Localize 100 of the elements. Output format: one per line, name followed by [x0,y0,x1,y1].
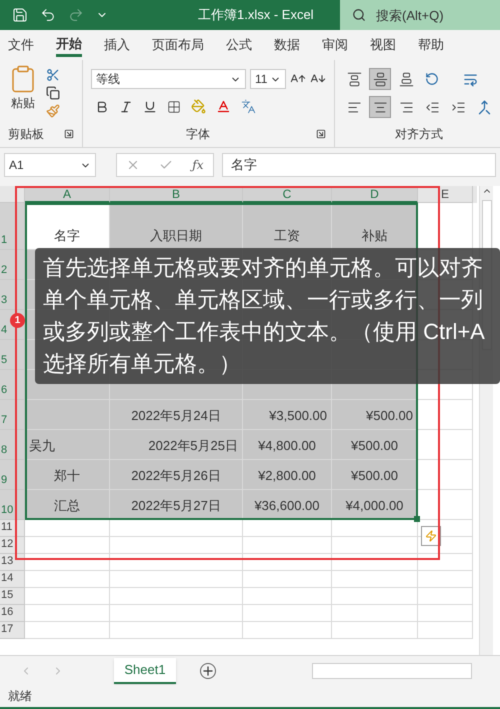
table-cell [418,622,473,639]
cell-reference: A1 [9,157,24,174]
cut-icon[interactable] [46,68,60,82]
align-indent-icon [450,100,466,114]
table-cell: 2022年5月25日 [110,430,243,460]
table-cell: 2022年5月24日 [110,400,243,430]
ribbon-tab[interactable]: 页面布局 [152,33,204,57]
formula-field[interactable]: 名字 [222,153,496,177]
orientation-icon[interactable] [425,72,439,86]
undo-icon[interactable] [40,7,56,23]
window-title: 工作簿1.xlsx - Excel [198,6,314,24]
dialog-launcher-icon[interactable] [316,129,326,139]
borders-icon[interactable] [167,100,181,114]
font-size-field[interactable]: 11 [250,69,286,89]
table-cell [418,554,473,571]
row-header[interactable]: 17 [0,622,25,639]
table-cell: ¥500.00 [332,400,418,430]
table-cell [418,460,473,490]
phonetic-icon[interactable] [241,99,256,114]
dialog-launcher-icon[interactable] [64,129,74,139]
italic-icon[interactable] [119,100,133,114]
table-cell: 2022年5月26日 [110,460,243,490]
row-header[interactable]: 3 [0,280,25,310]
row-header[interactable]: 9 [0,460,25,490]
group-label: 剪贴板 [8,126,44,143]
copy-icon[interactable] [46,86,60,100]
align-bottom-icon [398,72,414,86]
table-cell: 吴九 [25,430,110,460]
row-header[interactable]: 13 [0,554,25,571]
insert-function-button[interactable]: ƒx [192,156,204,174]
name-box[interactable]: A1 [4,153,96,177]
row-header[interactable]: 6 [0,370,25,400]
align-center-icon [372,100,388,114]
row-header[interactable]: 7 [0,400,25,430]
font-name-field[interactable]: 等线 [91,69,246,89]
add-sheet-icon[interactable] [200,662,216,678]
table-cell: 入职日期 [110,203,243,250]
ribbon-tab[interactable]: 插入 [104,33,130,57]
ribbon-tab[interactable]: 开始 [56,33,82,57]
search-icon [352,8,366,22]
row-header[interactable]: 1 [0,203,25,250]
table-cell: ¥500.00 [332,460,418,490]
align-middle-button[interactable] [369,68,391,90]
align-top-icon [346,72,362,86]
wrap-text-icon[interactable] [463,72,478,86]
table-cell: 工资 [243,203,332,250]
status-text: 就绪 [8,688,32,705]
table-cell: ¥3,500.00 [243,400,332,430]
lightning-icon [425,530,437,542]
row-header[interactable]: 16 [0,605,25,622]
row-header[interactable]: 5 [0,340,25,370]
align-left-icon [346,100,362,114]
group-label: 字体 [186,126,210,143]
paste-button[interactable]: 粘贴 [8,64,38,118]
font-size-text: 11 [255,71,268,88]
font-name-text: 等线 [96,71,120,88]
row-header[interactable]: 2 [0,250,25,280]
table-cell: 郑十 [25,460,110,490]
table-cell [418,400,473,430]
bold-icon[interactable] [95,100,109,114]
align-middle-icon [372,72,388,86]
row-header[interactable]: 14 [0,571,25,588]
table-cell: ¥4,000.00 [332,490,418,520]
merge-icon[interactable] [477,100,492,114]
row-header[interactable]: 10 [0,490,25,520]
ribbon-tab[interactable]: 文件 [8,33,34,57]
ribbon-tab[interactable]: 审阅 [322,33,348,57]
fill-color-icon[interactable] [191,99,206,114]
table-cell [418,490,473,520]
table-cell: ¥500.00 [332,430,418,460]
row-header[interactable]: 11 [0,520,25,537]
row-header[interactable]: 15 [0,588,25,605]
table-cell: 2022年5月27日 [110,490,243,520]
table-cell: ¥36,600.00 [243,490,332,520]
horizontal-scrollbar[interactable] [312,662,472,678]
table-cell [418,605,473,622]
active-cell: 名字 [25,203,110,250]
table-cell: ¥4,800.00 [243,430,332,460]
fill-handle[interactable] [414,516,420,522]
table-cell [418,571,473,588]
table-cell: ¥2,800.00 [243,460,332,490]
search-field[interactable]: 搜索(Alt+Q) [340,0,500,30]
group-label: 对齐方式 [395,126,444,143]
align-right-icon [398,100,414,114]
ribbon-tab[interactable]: 帮助 [418,33,444,57]
row-header[interactable]: 12 [0,537,25,554]
table-cell [418,430,473,460]
row-header[interactable]: 8 [0,430,25,460]
font-color-icon[interactable] [216,99,231,114]
ribbon-tab[interactable]: 公式 [226,33,252,57]
underline-icon[interactable] [143,100,157,114]
align-center-button[interactable] [369,96,391,118]
ribbon-tab[interactable]: 视图 [370,33,396,57]
quick-analysis-button[interactable] [421,526,441,546]
table-cell [418,203,473,250]
ribbon-tab[interactable]: 数据 [274,33,300,57]
table-cell [418,588,473,605]
save-icon[interactable] [12,7,28,23]
sheet-tab[interactable]: Sheet1 [114,658,176,684]
align-outdent-icon [424,100,440,114]
